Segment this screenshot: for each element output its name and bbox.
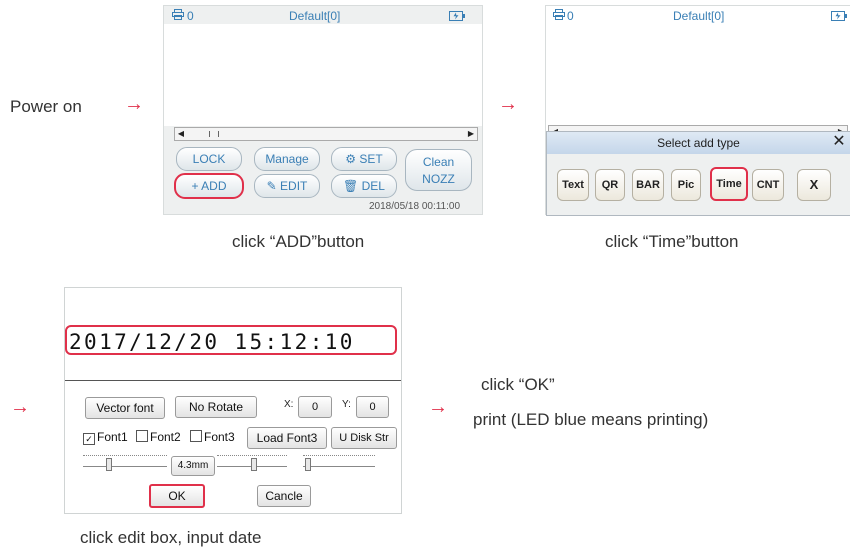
plus-icon: +: [191, 179, 199, 193]
time-edit-screen: 2017/12/20 15:12:10 Vector font No Rotat…: [64, 287, 402, 514]
spacing-slider[interactable]: [303, 455, 375, 471]
check-icon: ✓: [83, 433, 95, 445]
y-value-input[interactable]: 0: [356, 396, 389, 418]
size-value: 4.3mm: [171, 456, 215, 476]
printer-count: 0: [567, 9, 574, 23]
arrow-icon: →: [124, 93, 144, 115]
edit-button[interactable]: ✎ EDIT: [254, 174, 320, 198]
battery-icon: [449, 10, 465, 24]
dialog-title: Select add type: [547, 132, 850, 154]
arrow-icon: →: [498, 93, 518, 115]
clock-display: 2018/05/18 00:11:00: [369, 201, 461, 212]
scroll-left-icon[interactable]: ◀: [175, 128, 187, 140]
udisk-str-button[interactable]: U Disk Str: [331, 427, 397, 449]
step-click-add: click “ADD”button: [232, 232, 365, 251]
date-edit-box[interactable]: 2017/12/20 15:12:10: [65, 325, 397, 355]
x-value-input[interactable]: 0: [298, 396, 332, 418]
close-icon[interactable]: ✕: [830, 133, 848, 151]
lock-button[interactable]: LOCK: [176, 147, 242, 171]
type-qr-button[interactable]: QR: [595, 169, 625, 201]
load-font3-button[interactable]: Load Font3: [247, 427, 327, 449]
edit-icon: ✎: [266, 179, 277, 193]
ok-button[interactable]: OK: [149, 484, 205, 508]
set-label: SET: [359, 152, 383, 166]
trash-icon: 🗑: [343, 179, 359, 193]
slider-thumb[interactable]: [251, 458, 257, 471]
set-button[interactable]: ⚙ SET: [331, 147, 397, 171]
type-cnt-button[interactable]: CNT: [752, 169, 784, 201]
status-bar: 0 Default[0]: [546, 6, 850, 24]
horizontal-scrollbar[interactable]: ◀ ▶: [174, 127, 478, 141]
arrow-icon: →: [10, 396, 30, 418]
battery-icon: [831, 10, 847, 24]
font2-label: Font2: [150, 430, 181, 444]
edit-label: EDIT: [280, 179, 308, 193]
type-bar-button[interactable]: BAR: [632, 169, 664, 201]
arrow-icon: →: [428, 396, 448, 418]
y-label: Y:: [342, 399, 351, 410]
font3-checkbox[interactable]: Font3: [190, 430, 235, 444]
gear-icon: ⚙: [345, 152, 357, 166]
step-click-edit: click edit box, input date: [80, 528, 262, 547]
printer-icon: [553, 9, 565, 23]
program-title: Default[0]: [289, 9, 341, 23]
status-bar: 0 Default[0]: [164, 6, 482, 24]
no-rotate-button[interactable]: No Rotate: [175, 396, 257, 418]
x-label: X:: [284, 399, 294, 410]
add-label: ADD: [201, 179, 227, 193]
program-title: Default[0]: [673, 9, 725, 23]
vector-font-button[interactable]: Vector font: [85, 397, 165, 419]
step-click-ok: click “OK”: [481, 375, 555, 394]
step-click-time: click “Time”button: [605, 232, 739, 251]
cancel-button[interactable]: Cancle: [257, 485, 311, 507]
step-print: print (LED blue means printing): [473, 410, 709, 429]
type-text-button[interactable]: Text: [557, 169, 589, 201]
checkbox-empty-icon: [136, 430, 148, 442]
size-slider[interactable]: [83, 455, 167, 471]
add-type-screen: 0 Default[0] ◀ ▶ Select add type ✕ Text …: [545, 5, 850, 216]
add-button[interactable]: + ADD: [174, 173, 244, 199]
del-button[interactable]: 🗑 DEL: [331, 174, 397, 198]
font1-checkbox[interactable]: ✓ Font1: [83, 430, 128, 445]
printer-icon: [172, 9, 184, 23]
font2-checkbox[interactable]: Font2: [136, 430, 181, 444]
font3-label: Font3: [204, 430, 235, 444]
main-screen: 0 Default[0] ◀ ▶ LOCK Manage ⚙ SET Clean…: [163, 5, 483, 215]
font1-label: Font1: [97, 430, 128, 444]
scroll-thumb[interactable]: [209, 131, 219, 137]
slider-thumb[interactable]: [305, 458, 311, 471]
clean-label: Clean: [422, 155, 455, 169]
select-add-type-dialog: Select add type ✕ Text QR BAR Pic Time C…: [546, 131, 850, 216]
clean-nozzle-button[interactable]: Clean NOZZ: [405, 149, 472, 191]
type-pic-button[interactable]: Pic: [671, 169, 701, 201]
divider: [65, 380, 401, 381]
del-label: DEL: [361, 179, 385, 193]
checkbox-empty-icon: [190, 430, 202, 442]
printer-count: 0: [187, 9, 194, 23]
slider-thumb[interactable]: [106, 458, 112, 471]
type-time-button[interactable]: Time: [710, 167, 748, 201]
type-close-button[interactable]: X: [797, 169, 831, 201]
step-power-on: Power on: [10, 97, 82, 116]
scroll-right-icon[interactable]: ▶: [465, 128, 477, 140]
weight-slider[interactable]: [217, 455, 287, 471]
nozz-label: NOZZ: [422, 172, 455, 186]
print-canvas[interactable]: [164, 24, 482, 126]
manage-button[interactable]: Manage: [254, 147, 320, 171]
